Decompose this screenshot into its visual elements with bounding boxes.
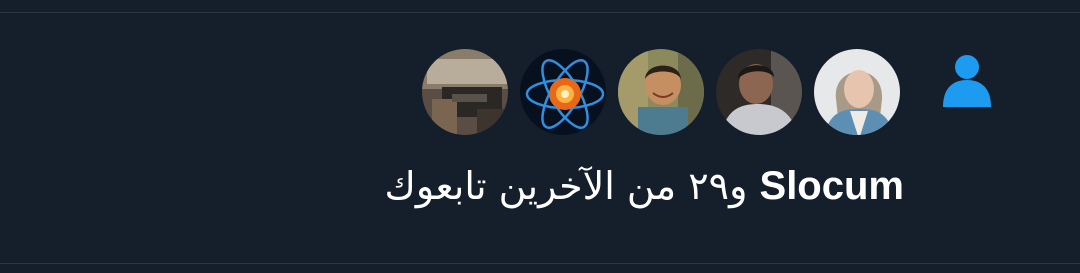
follower-name[interactable]: Slocum (760, 164, 904, 208)
notification-item[interactable]: Slocum و٢٩ من الآخرين تابعوك (0, 0, 1080, 273)
divider (0, 263, 1080, 264)
divider (0, 12, 1080, 13)
notification-text[interactable]: Slocum و٢٩ من الآخرين تابعوك (385, 160, 904, 212)
notification-body: و٢٩ من الآخرين تابعوك (384, 164, 760, 208)
avatar[interactable] (616, 47, 706, 137)
avatar[interactable] (714, 47, 804, 137)
avatar[interactable] (420, 47, 510, 137)
person-icon (943, 55, 991, 107)
avatar[interactable] (518, 47, 608, 137)
avatar-row (420, 47, 910, 137)
avatar[interactable] (812, 47, 902, 137)
